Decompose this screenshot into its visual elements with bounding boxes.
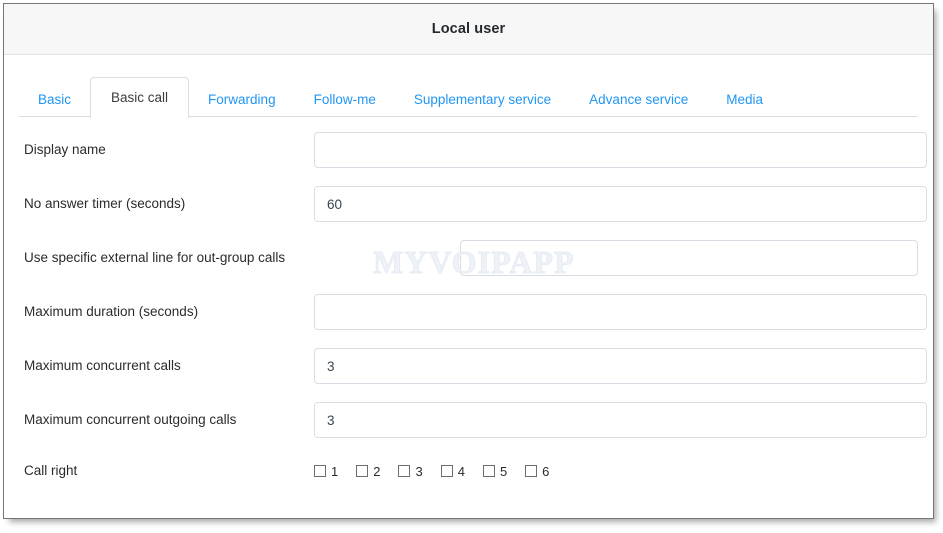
call-right-checkbox-group: 1 2 3 4 5 6 xyxy=(314,465,918,478)
page-title: Local user xyxy=(431,21,506,37)
call-right-option-3[interactable]: 3 xyxy=(398,463,423,479)
field-wrapper xyxy=(314,348,927,384)
call-right-option-4[interactable]: 4 xyxy=(440,463,465,479)
field-label: Maximum concurrent outgoing calls xyxy=(24,411,237,427)
checkbox-icon[interactable] xyxy=(356,465,369,477)
call-right-option-2[interactable]: 2 xyxy=(356,465,380,478)
checkbox-label: 6 xyxy=(542,463,550,479)
input-display-name[interactable] xyxy=(314,132,927,168)
field-label: Use specific external line for out-group… xyxy=(24,249,286,265)
field-label: Maximum duration (seconds) xyxy=(24,303,199,319)
tab-supplementary-service[interactable]: Supplementary service xyxy=(395,82,570,118)
checkbox-icon[interactable] xyxy=(314,465,326,477)
local-user-dialog: Local user Basic Basic call Forwarding Foll… xyxy=(3,3,934,519)
field-label: No answer timer (seconds) xyxy=(24,195,186,211)
input-maximum-duration-seconds-[interactable] xyxy=(314,294,927,330)
input-maximum-concurrent-outgoing-calls[interactable] xyxy=(314,402,927,438)
checkbox-icon[interactable] xyxy=(482,465,495,477)
tab-basic-call[interactable]: Basic call xyxy=(90,76,190,118)
input-use-specific-external-line-for-out-group-calls[interactable] xyxy=(460,240,918,276)
call-right-option-5[interactable]: 5 xyxy=(482,463,508,479)
field-label: Maximum concurrent calls xyxy=(24,357,181,373)
tab-media[interactable]: Media xyxy=(707,82,782,118)
input-maximum-concurrent-calls[interactable] xyxy=(314,348,927,384)
field-wrapper xyxy=(314,240,918,276)
form-row: Use specific external line for out-group… xyxy=(19,231,918,285)
tab-forwarding[interactable]: Forwarding xyxy=(189,82,295,118)
tabstrip: Basic Basic call Forwarding Follow-me Supple… xyxy=(4,55,933,118)
call-right-label: Call right xyxy=(24,462,78,478)
dialog-titlebar: Local user xyxy=(4,4,933,55)
form-row: Maximum concurrent outgoing calls xyxy=(19,393,927,447)
tab-list: Basic Basic call Forwarding Follow-me Supple… xyxy=(19,76,918,118)
input-no-answer-timer-seconds-[interactable] xyxy=(314,186,927,222)
tab-advance-service[interactable]: Advance service xyxy=(570,82,707,118)
checkbox-label: 2 xyxy=(373,463,381,479)
basic-call-form: Display name No answer timer (seconds) Use… xyxy=(4,117,933,495)
checkbox-icon[interactable] xyxy=(525,465,538,477)
call-right-option-1[interactable]: 1 xyxy=(314,465,338,478)
checkbox-icon[interactable] xyxy=(398,465,411,477)
form-row: Maximum duration (seconds) xyxy=(19,285,927,339)
call-right-option-6[interactable]: 6 xyxy=(525,465,549,478)
checkbox-label: 5 xyxy=(499,463,508,479)
field-wrapper xyxy=(314,186,927,222)
tab-basic[interactable]: Basic xyxy=(19,82,90,118)
field-wrapper xyxy=(314,132,927,168)
field-label: Display name xyxy=(24,141,106,157)
tab-follow-me[interactable]: Follow-me xyxy=(295,82,395,118)
field-wrapper xyxy=(314,402,927,438)
form-row: No answer timer (seconds) xyxy=(19,177,927,231)
form-row: Maximum concurrent calls xyxy=(19,339,927,393)
checkbox-label: 3 xyxy=(415,463,423,479)
checkbox-label: 1 xyxy=(331,463,339,479)
form-row: Display name xyxy=(19,123,927,177)
checkbox-icon[interactable] xyxy=(440,465,453,477)
checkbox-label: 4 xyxy=(457,463,465,479)
call-right-row: Call right 1 2 3 4 5 6 xyxy=(19,447,918,495)
field-wrapper xyxy=(314,294,927,330)
